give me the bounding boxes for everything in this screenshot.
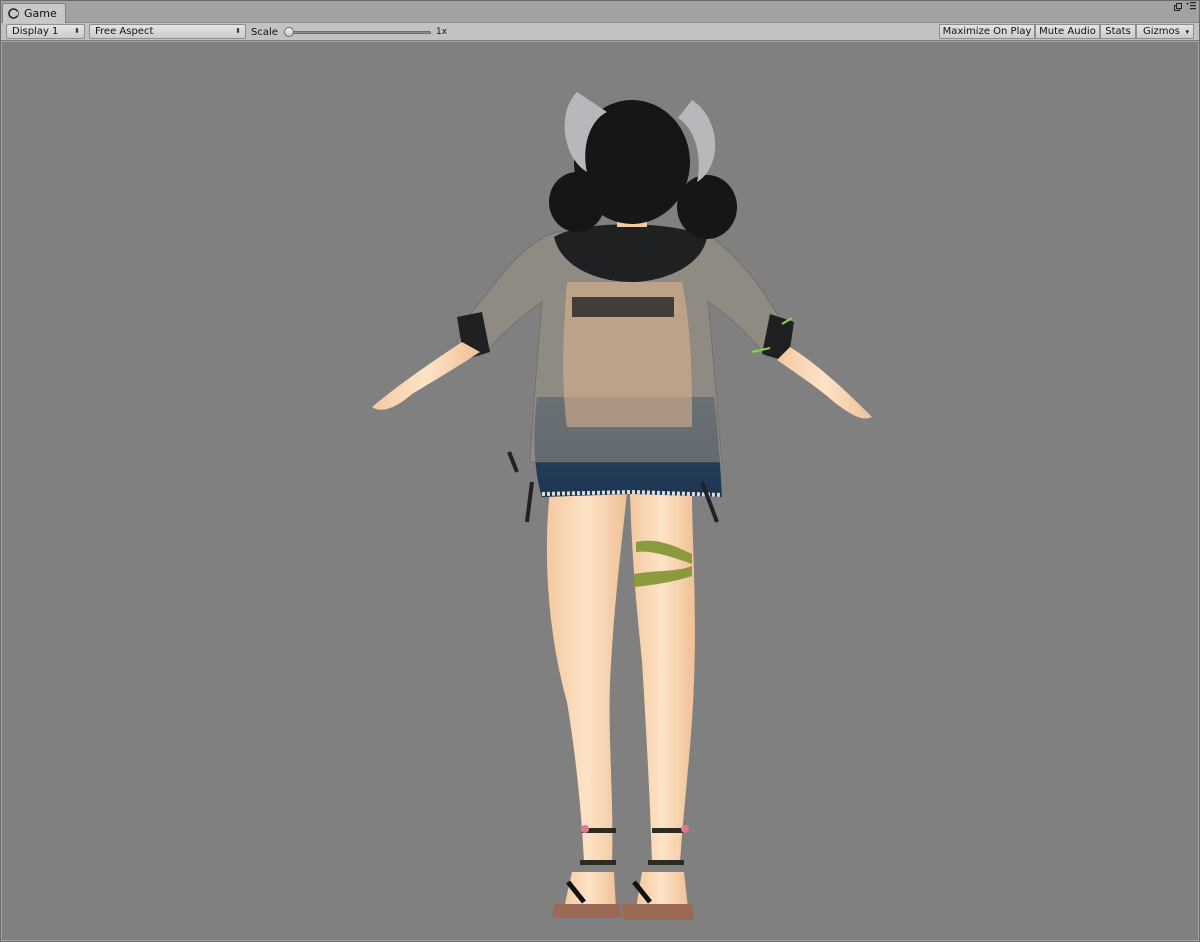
- scale-slider-thumb[interactable]: [284, 27, 294, 37]
- display-dropdown-label: Display 1: [12, 26, 59, 37]
- game-viewport[interactable]: [2, 42, 1198, 940]
- tab-game[interactable]: Game: [2, 3, 66, 23]
- scale-value: 1x: [436, 27, 448, 37]
- game-icon: [8, 8, 19, 19]
- mute-audio-button[interactable]: Mute Audio: [1035, 24, 1100, 39]
- maximize-icon[interactable]: [1174, 2, 1182, 11]
- maximize-on-play-button[interactable]: Maximize On Play: [939, 24, 1035, 39]
- game-toolbar: Display 1 ⬍ Free Aspect ⬍ Scale 1x Maxim…: [0, 23, 1200, 41]
- character-model-render: [372, 92, 872, 920]
- stats-button[interactable]: Stats: [1100, 24, 1136, 39]
- menu-icon[interactable]: [1186, 2, 1196, 11]
- scale-slider-track[interactable]: [287, 31, 431, 34]
- scale-control: Scale 1x: [247, 23, 447, 41]
- tab-strip: Game: [0, 0, 1200, 23]
- updown-arrow-icon: ⬍: [235, 27, 241, 35]
- gizmos-label: Gizmos: [1143, 26, 1180, 37]
- dropdown-arrow-icon: ▾: [1185, 28, 1189, 36]
- aspect-dropdown-label: Free Aspect: [95, 26, 154, 37]
- scale-label: Scale: [251, 26, 278, 38]
- updown-arrow-icon: ⬍: [74, 27, 80, 35]
- display-dropdown[interactable]: Display 1 ⬍: [6, 24, 85, 39]
- window-controls: [1174, 2, 1196, 11]
- tab-game-label: Game: [24, 7, 57, 20]
- aspect-dropdown[interactable]: Free Aspect ⬍: [89, 24, 246, 39]
- gizmos-dropdown[interactable]: Gizmos ▾: [1136, 24, 1194, 39]
